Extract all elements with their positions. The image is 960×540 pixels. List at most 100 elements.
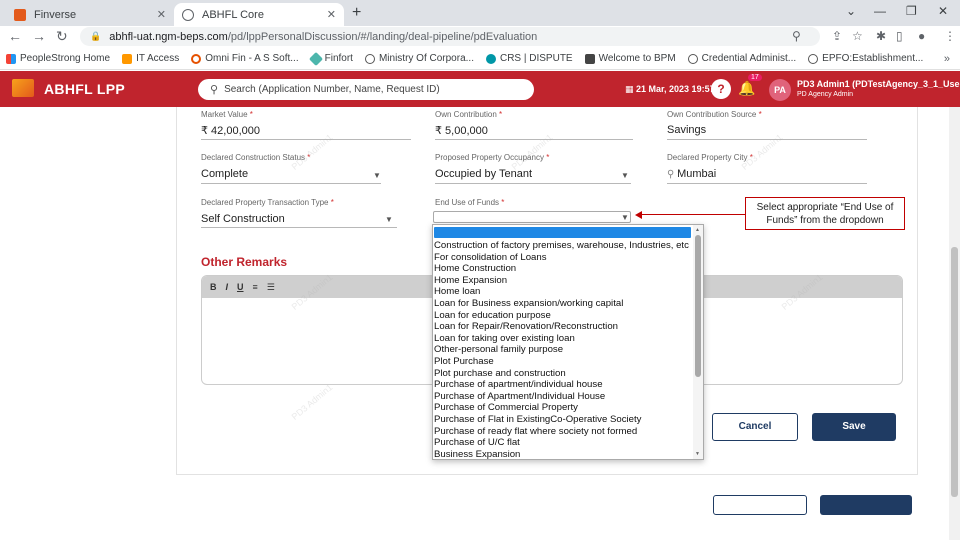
scroll-down-icon[interactable]: ▼ [695, 451, 700, 457]
tab-abhfl-core[interactable]: ABHFL Core ✕ [174, 3, 344, 26]
property-occupancy-underline [435, 183, 631, 184]
primary-action-button[interactable] [820, 495, 912, 515]
secondary-action-button[interactable] [713, 495, 807, 515]
dropdown-option[interactable]: Purchase of apartment/individual house [433, 379, 703, 391]
dropdown-option[interactable]: Plot Purchase [433, 356, 703, 368]
dropdown-option[interactable]: Loan for education purpose [433, 310, 703, 322]
dropdown-option[interactable]: Purchase of Commercial Property [433, 402, 703, 414]
own-contribution-source-underline [667, 139, 867, 140]
bell-icon[interactable]: 🔔 [738, 80, 755, 97]
construction-status-label: Declared Construction Status * [201, 153, 311, 162]
bold-icon[interactable]: B [210, 282, 217, 292]
property-occupancy-select[interactable]: Occupied by Tenant [435, 168, 532, 180]
bookmark-item[interactable]: EPFO:Establishment... [808, 53, 923, 64]
side-panel-icon[interactable]: ▯ [896, 29, 903, 43]
dropdown-option[interactable]: Loan for Repair/Renovation/Reconstructio… [433, 321, 703, 333]
own-contribution-source-field[interactable]: Savings [667, 124, 706, 136]
property-city-underline [667, 183, 867, 184]
dropdown-option[interactable]: Purchase of Apartment/Individual House [433, 391, 703, 403]
tab-finverse[interactable]: Finverse ✕ [6, 3, 174, 26]
bookmark-item[interactable]: Credential Administ... [687, 53, 796, 64]
bookmark-star-icon[interactable]: ☆ [852, 29, 863, 43]
minimize-icon[interactable]: — [874, 4, 886, 18]
own-contribution-source-label: Own Contribution Source * [667, 110, 762, 119]
bookmark-item[interactable]: Welcome to BPM [584, 53, 676, 64]
chevron-down-icon[interactable]: ▼ [621, 171, 629, 180]
dropdown-scrollbar[interactable]: ▲ ▼ [693, 225, 703, 459]
chevron-down-icon[interactable]: ▼ [385, 215, 393, 224]
dropdown-option[interactable]: Loan for taking over existing loan [433, 333, 703, 345]
dropdown-option[interactable]: Other-personal family purpose [433, 344, 703, 356]
end-use-of-funds-dropdown[interactable]: Construction of factory premises, wareho… [432, 224, 704, 460]
bookmark-item[interactable]: CRS | DISPUTE [485, 53, 573, 64]
dropdown-scrollbar-thumb[interactable] [695, 235, 701, 377]
globe-icon [808, 53, 819, 64]
new-tab-icon[interactable]: + [352, 4, 361, 22]
avatar[interactable]: PA [769, 79, 791, 101]
restore-icon[interactable]: ❐ [906, 4, 917, 18]
bookmark-item[interactable]: IT Access [122, 53, 179, 64]
dropdown-option[interactable]: Purchase of ready flat where society not… [433, 426, 703, 438]
lock-icon: 🔒 [90, 31, 102, 41]
bullet-list-icon[interactable]: ☰ [267, 282, 275, 293]
end-use-of-funds-select[interactable] [433, 211, 631, 223]
dropdown-option[interactable]: Purchase of U/C flat [433, 437, 703, 449]
cancel-button[interactable]: Cancel [712, 413, 798, 441]
bookmark-item[interactable]: PeopleStrong Home [6, 53, 110, 64]
property-city-field[interactable]: ⚲ Mumbai [667, 168, 716, 180]
chevron-down-icon[interactable]: ▼ [373, 171, 381, 180]
peoplestrong-icon [6, 53, 16, 64]
forward-arrow-icon[interactable]: → [32, 28, 46, 44]
page-scrollbar[interactable] [949, 107, 960, 540]
it-access-icon [122, 53, 133, 64]
dropdown-highlighted-option[interactable] [434, 227, 691, 238]
chevron-down-icon[interactable]: ▼ [621, 213, 629, 222]
save-button[interactable]: Save [812, 413, 896, 441]
dropdown-option[interactable]: For consolidation of Loans [433, 252, 703, 264]
bookmark-item[interactable]: Omni Fin - A S Soft... [191, 53, 299, 64]
scroll-up-icon[interactable]: ▲ [695, 227, 700, 233]
dropdown-option[interactable]: Construction of factory premises, wareho… [433, 240, 703, 252]
ordered-list-icon[interactable]: ≡ [253, 282, 258, 292]
italic-icon[interactable]: I [226, 282, 229, 292]
dropdown-options: Construction of factory premises, wareho… [433, 240, 703, 460]
zoom-icon[interactable]: ⚲ [792, 29, 801, 43]
url-path: /pd/lppPersonalDiscussion/#/landing/deal… [227, 30, 538, 43]
reload-icon[interactable]: ↻ [56, 28, 68, 45]
page-scrollbar-thumb[interactable] [951, 247, 958, 497]
help-icon[interactable]: ? [711, 79, 731, 99]
address-bar[interactable]: 🔒 abhfl-uat.ngm-beps.com/pd/lppPersonalD… [80, 27, 820, 46]
tab-search-chevron-icon[interactable]: ⌄ [846, 4, 856, 18]
dropdown-option[interactable]: Home Construction [433, 263, 703, 275]
dropdown-option[interactable]: Home Expansion [433, 275, 703, 287]
dropdown-option[interactable]: Plot purchase and construction [433, 368, 703, 380]
search-input[interactable]: ⚲ Search (Application Number, Name, Requ… [198, 79, 534, 100]
close-window-icon[interactable]: ✕ [938, 4, 948, 18]
close-tab-icon[interactable]: ✕ [157, 8, 166, 21]
search-icon: ⚲ [667, 169, 678, 180]
user-name[interactable]: PD3 Admin1 (PDTestAgency_3_1_User_ [797, 79, 960, 89]
profile-icon[interactable]: ● [918, 29, 925, 43]
dropdown-option[interactable]: Business Expansion [433, 449, 703, 461]
calendar-icon: ▦ [625, 84, 637, 94]
globe-icon [364, 53, 375, 64]
end-use-of-funds-label: End Use of Funds * [435, 198, 505, 207]
construction-status-select[interactable]: Complete [201, 168, 248, 180]
market-value-field[interactable]: ₹ 42,00,000 [201, 124, 260, 137]
bookmark-item[interactable]: Finfort [308, 51, 353, 66]
share-icon[interactable]: ⇪ [832, 29, 842, 43]
transaction-type-select[interactable]: Self Construction [201, 213, 285, 225]
dropdown-option[interactable]: Purchase of Flat in ExistingCo-Operative… [433, 414, 703, 426]
bookmark-item[interactable]: Ministry Of Corpora... [364, 53, 474, 64]
close-tab-icon[interactable]: ✕ [327, 8, 336, 21]
search-placeholder: Search (Application Number, Name, Reques… [224, 84, 440, 95]
back-arrow-icon[interactable]: ← [8, 28, 22, 44]
menu-kebab-icon[interactable]: ⋮ [944, 29, 956, 43]
dropdown-option[interactable]: Loan for Business expansion/working capi… [433, 298, 703, 310]
market-value-label: Market Value * [201, 110, 253, 119]
more-bookmarks-icon[interactable]: » [944, 53, 950, 65]
dropdown-option[interactable]: Home loan [433, 286, 703, 298]
extensions-icon[interactable]: ✱ [876, 29, 886, 43]
underline-icon[interactable]: U [237, 282, 244, 292]
own-contribution-field[interactable]: ₹ 5,00,000 [435, 124, 488, 137]
